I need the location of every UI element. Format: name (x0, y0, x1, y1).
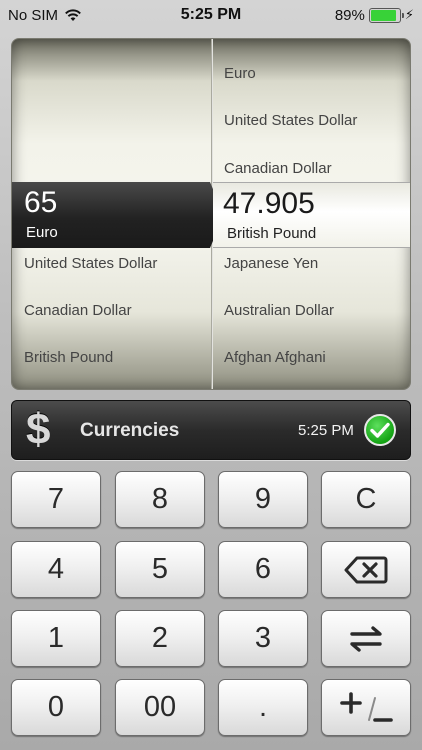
decimal-point-button[interactable]: . (218, 679, 308, 736)
plus-minus-button[interactable] (321, 679, 411, 736)
key-1[interactable]: 1 (11, 610, 101, 667)
key-9[interactable]: 9 (218, 471, 308, 528)
battery-percent: 89% (334, 6, 365, 24)
right-option-afn[interactable]: Afghan Afghani (224, 349, 326, 366)
key-0[interactable]: 0 (11, 679, 101, 736)
right-option-usd[interactable]: United States Dollar (224, 112, 357, 129)
charging-bolt-icon: ⚡ (404, 7, 414, 22)
key-2[interactable]: 2 (115, 610, 205, 667)
currency-picker[interactable]: Euro United States Dollar Canadian Dolla… (11, 38, 411, 390)
left-option-usd[interactable]: United States Dollar (24, 255, 157, 272)
carrier-label: No SIM (8, 6, 59, 24)
swap-currencies-button[interactable] (321, 610, 411, 667)
from-selected-row[interactable]: 65 Euro (12, 182, 224, 248)
right-option-aud[interactable]: Australian Dollar (224, 302, 334, 319)
from-amount: 65 (24, 186, 58, 219)
to-selected-row[interactable]: 47.905 British Pound (213, 182, 410, 248)
rates-update-time: 5:25 PM (298, 422, 354, 439)
status-right: 89% ⚡ (335, 7, 414, 24)
from-currency: Euro (26, 224, 58, 241)
wifi-icon (65, 9, 81, 21)
status-left: No SIM (8, 7, 82, 24)
category-label: Currencies (80, 420, 180, 441)
dollar-sign-icon: $ (26, 405, 51, 454)
key-8[interactable]: 8 (115, 471, 205, 528)
key-00[interactable]: 00 (115, 679, 205, 736)
left-option-gbp[interactable]: British Pound (24, 349, 113, 366)
right-option-cad[interactable]: Canadian Dollar (224, 160, 332, 177)
battery-fill (370, 9, 396, 21)
battery-icon (368, 7, 404, 23)
key-3[interactable]: 3 (218, 610, 308, 667)
key-7[interactable]: 7 (11, 471, 101, 528)
clear-button[interactable]: C (321, 471, 411, 528)
status-bar: No SIM 5:25 PM 89% ⚡ (0, 0, 422, 30)
backspace-button[interactable] (321, 541, 411, 598)
key-5[interactable]: 5 (115, 541, 205, 598)
right-option-euro[interactable]: Euro (224, 65, 256, 82)
right-option-jpy[interactable]: Japanese Yen (224, 255, 318, 272)
to-amount: 47.905 (223, 187, 315, 220)
plus-minus-icon (340, 691, 393, 722)
left-option-cad[interactable]: Canadian Dollar (24, 302, 132, 319)
check-icon[interactable] (364, 414, 396, 446)
key-6[interactable]: 6 (218, 541, 308, 598)
category-bar[interactable]: $ Currencies 5:25 PM (11, 400, 411, 460)
to-currency: British Pound (227, 225, 317, 242)
checkmark-glyph (370, 422, 390, 438)
swap-arrows-icon (350, 625, 382, 652)
key-4[interactable]: 4 (11, 541, 101, 598)
backspace-icon (344, 556, 388, 583)
